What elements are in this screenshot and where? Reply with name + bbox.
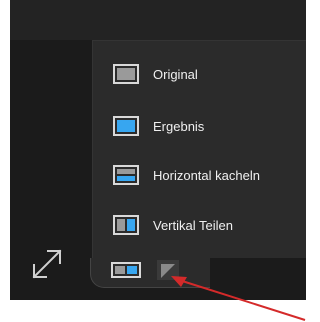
split-view-icon[interactable] <box>111 262 141 278</box>
annotation-arrow <box>171 276 306 321</box>
menu-item-original[interactable]: Original <box>113 60 303 88</box>
menu-item-label: Horizontal kacheln <box>153 167 260 183</box>
layout-vertical-split-icon <box>113 215 139 235</box>
layout-original-icon <box>113 64 139 84</box>
menu-item-ergebnis[interactable]: Ergebnis <box>113 112 303 140</box>
layout-result-icon <box>113 116 139 136</box>
expand-icon[interactable] <box>30 247 64 281</box>
menu-item-horizontal-kacheln[interactable]: Horizontal kacheln <box>113 161 303 189</box>
menu-item-label: Original <box>153 66 198 82</box>
layout-horizontal-tile-icon <box>113 165 139 185</box>
menu-item-vertikal-teilen[interactable]: Vertikal Teilen <box>113 211 303 239</box>
menu-item-label: Ergebnis <box>153 118 205 134</box>
screenshot-canvas: Original Ergebnis Horizontal kacheln Ver… <box>0 0 306 322</box>
app-top-region <box>10 0 306 40</box>
menu-item-label: Vertikal Teilen <box>153 217 233 233</box>
view-layout-menu: Original Ergebnis Horizontal kacheln Ver… <box>92 40 306 258</box>
